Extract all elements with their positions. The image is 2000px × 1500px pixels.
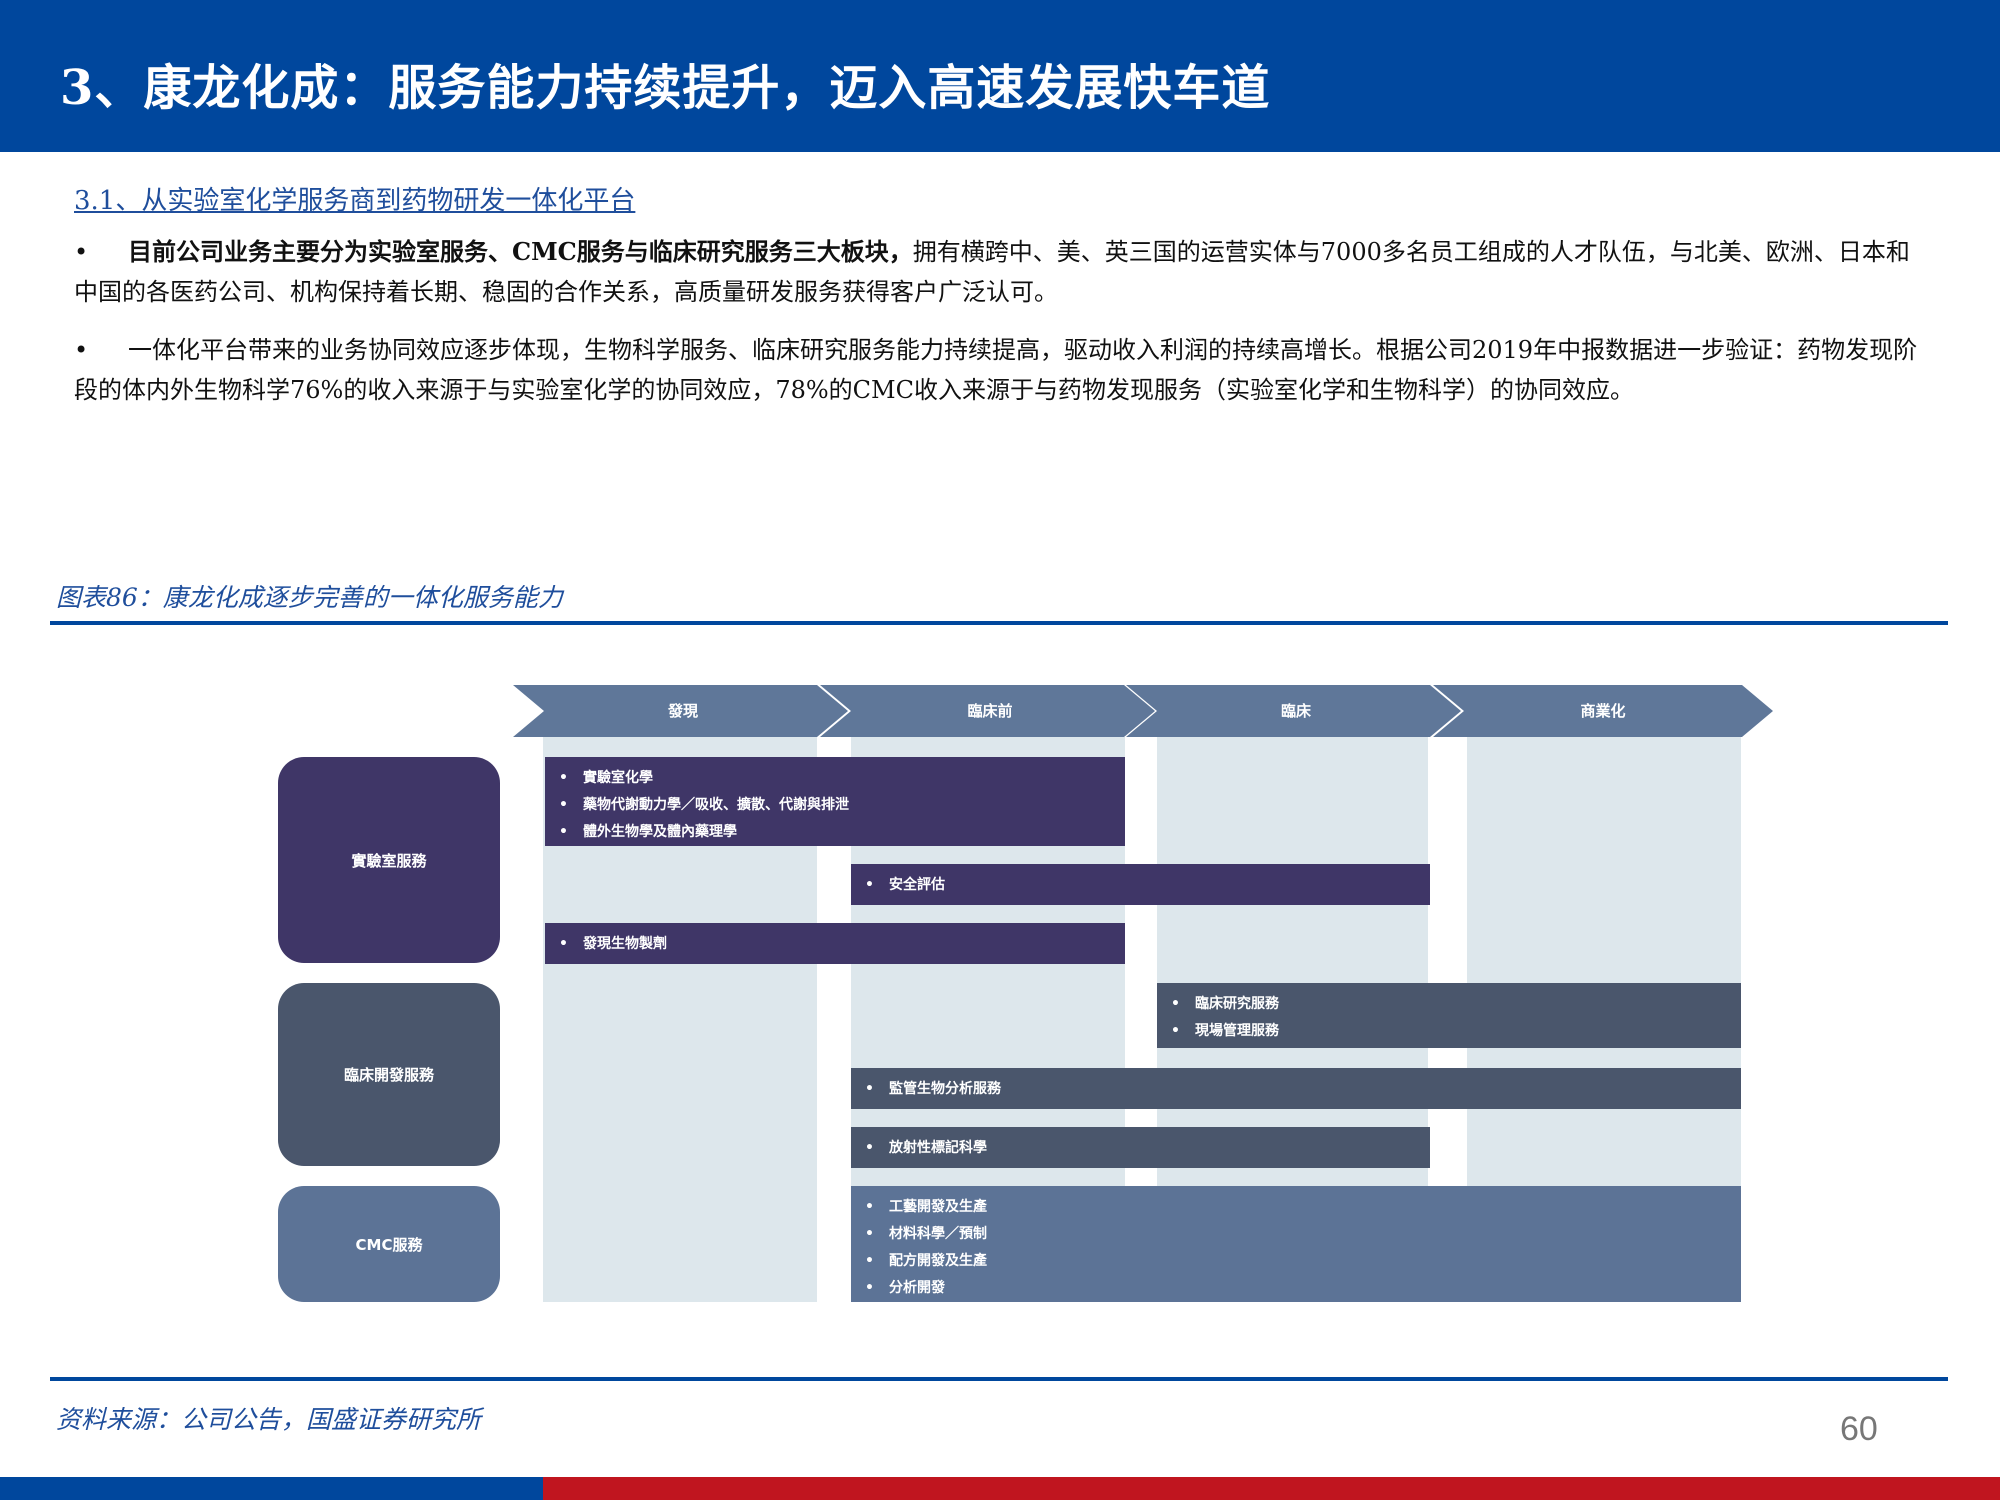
list-item: 藥物代謝動力學／吸收、擴散、代謝與排泄 — [559, 792, 1125, 819]
stage-label-preclinical: 臨床前 — [967, 702, 1013, 720]
footer-bar-red — [543, 1477, 2000, 1500]
list-item: 臨床研究服務 — [1171, 991, 1741, 1018]
list-item: 現場管理服務 — [1171, 1018, 1741, 1045]
list-item: 配方開發及生產 — [865, 1248, 1741, 1275]
list-item: 發現生物製劑 — [559, 931, 1125, 958]
source-note: 资料来源：公司公告，国盛证券研究所 — [56, 1405, 482, 1434]
bar-lab-chemistry: 實驗室化學 藥物代謝動力學／吸收、擴散、代謝與排泄 體外生物學及體內藥理學 — [545, 757, 1125, 846]
bar-cmc-services: 工藝開發及生產 材料科學／預制 配方開發及生產 分析開發 — [851, 1186, 1741, 1302]
list-item: 放射性標記科學 — [865, 1135, 1430, 1162]
list-item: 實驗室化學 — [559, 765, 1125, 792]
list-item: 安全評估 — [865, 872, 1430, 899]
list-item: 工藝開發及生產 — [865, 1194, 1741, 1221]
list-item: 體外生物學及體內藥理學 — [559, 819, 1125, 846]
figure-bottom-rule — [50, 1377, 1948, 1381]
stage-label-commercial: 商業化 — [1580, 702, 1626, 720]
stage-label-discovery: 發現 — [667, 702, 698, 720]
bar-regulated-bioanalysis: 監管生物分析服務 — [851, 1068, 1741, 1109]
bar-discovery-biologics: 發現生物製劑 — [545, 923, 1125, 964]
bar-radiolabel-science: 放射性標記科學 — [851, 1127, 1430, 1168]
footer-bar-blue — [0, 1477, 543, 1500]
stage-label-clinical: 臨床 — [1280, 702, 1311, 720]
bar-clinical-research: 臨床研究服務 現場管理服務 — [1157, 983, 1741, 1048]
group-clinical-development: 臨床開發服務 — [278, 983, 500, 1166]
page-number: 60 — [1840, 1410, 1878, 1448]
group-cmc-services: CMC服務 — [278, 1186, 500, 1302]
group-lab-services: 實驗室服務 — [278, 757, 500, 963]
bar-safety-assessment: 安全評估 — [851, 864, 1430, 905]
list-item: 監管生物分析服務 — [865, 1076, 1741, 1103]
list-item: 材料科學／預制 — [865, 1221, 1741, 1248]
service-capability-diagram: 發現 臨床前 臨床 商業化 實驗室服務 臨床開發服務 CMC服務 實驗室化學 藥… — [0, 0, 2000, 1500]
list-item: 分析開發 — [865, 1275, 1741, 1302]
